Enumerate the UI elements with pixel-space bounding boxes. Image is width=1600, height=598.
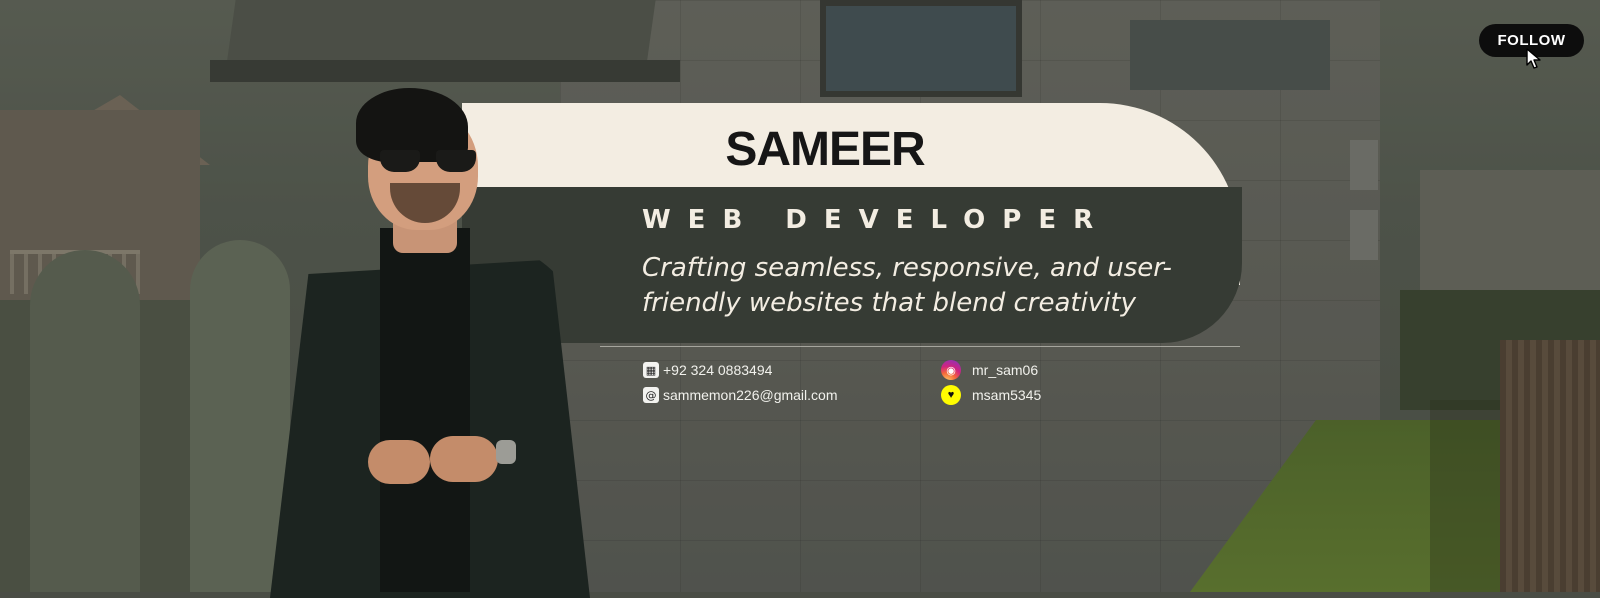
shirt <box>380 228 470 592</box>
at-sign-icon: @ <box>643 387 659 403</box>
snapchat-icon: ♥ <box>941 385 961 405</box>
snapchat-handle: msam5345 <box>972 387 1042 403</box>
mouse-cursor-icon <box>1526 48 1541 69</box>
wristwatch <box>496 440 516 464</box>
instagram-handle: mr_sam06 <box>972 362 1039 378</box>
hand <box>430 436 498 482</box>
profile-tagline: Crafting seamless, responsive, and user-… <box>642 253 1172 318</box>
divider <box>600 346 1240 347</box>
contact-instagram[interactable]: ◉ mr_sam06 <box>941 360 1038 380</box>
profile-name: SAMEER <box>725 123 925 176</box>
contact-phone[interactable]: ▦ +92 324 0883494 <box>643 362 772 378</box>
sunglasses <box>380 150 476 172</box>
instagram-icon: ◉ <box>941 360 961 380</box>
email-address: sammemon226@gmail.com <box>663 387 838 403</box>
hand <box>368 440 430 484</box>
profile-role: WEB DEVELOPER <box>642 205 1111 235</box>
phone-number: +92 324 0883494 <box>663 362 773 378</box>
contact-email[interactable]: @ sammemon226@gmail.com <box>643 387 838 403</box>
profile-photo <box>260 88 610 598</box>
contact-snapchat[interactable]: ♥ msam5345 <box>941 385 1041 405</box>
contact-card-icon: ▦ <box>643 362 659 378</box>
